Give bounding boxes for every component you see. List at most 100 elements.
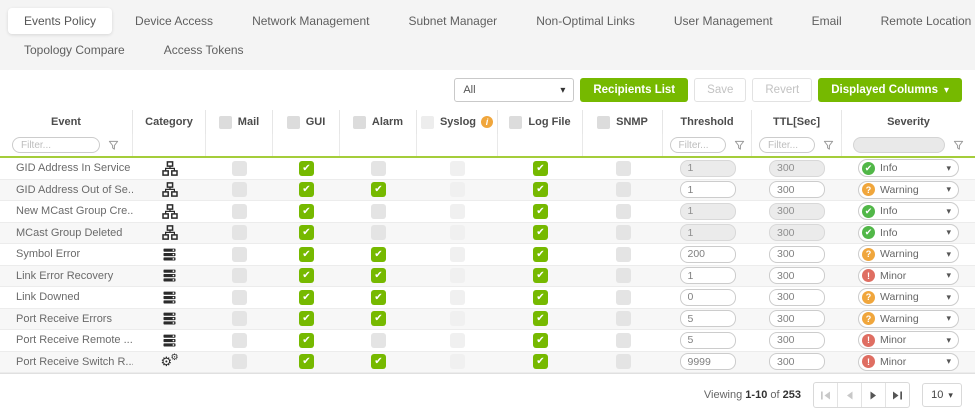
mail-checkbox[interactable] bbox=[232, 204, 247, 219]
mail-checkbox[interactable] bbox=[232, 354, 247, 369]
snmp-column-checkbox[interactable] bbox=[597, 116, 610, 129]
alarm-checkbox[interactable]: ✔ bbox=[371, 354, 386, 369]
filter-input-threshold[interactable] bbox=[670, 137, 726, 153]
mail-checkbox[interactable] bbox=[232, 268, 247, 283]
mail-column-checkbox[interactable] bbox=[219, 116, 232, 129]
gui-checkbox[interactable]: ✔ bbox=[299, 204, 314, 219]
alarm-checkbox[interactable]: ✔ bbox=[371, 311, 386, 326]
next-page-button[interactable] bbox=[862, 383, 886, 407]
syslog-checkbox[interactable] bbox=[450, 268, 465, 283]
ttl-input[interactable] bbox=[769, 289, 825, 306]
gui-checkbox[interactable]: ✔ bbox=[299, 290, 314, 305]
gui-checkbox[interactable]: ✔ bbox=[299, 268, 314, 283]
previous-page-button[interactable] bbox=[838, 383, 862, 407]
mail-checkbox[interactable] bbox=[232, 225, 247, 240]
gui-checkbox[interactable]: ✔ bbox=[299, 354, 314, 369]
tab-non-optimal-links[interactable]: Non-Optimal Links bbox=[520, 8, 651, 34]
revert-button[interactable]: Revert bbox=[752, 78, 812, 102]
ttl-input[interactable] bbox=[769, 267, 825, 284]
severity-select[interactable]: ?Warning▾ bbox=[858, 288, 959, 306]
syslog-checkbox[interactable] bbox=[450, 161, 465, 176]
tab-events-policy[interactable]: Events Policy bbox=[8, 8, 112, 34]
severity-select[interactable]: !Minor▾ bbox=[858, 267, 959, 285]
log_file-checkbox[interactable]: ✔ bbox=[533, 311, 548, 326]
threshold-input[interactable] bbox=[680, 246, 736, 263]
mail-checkbox[interactable] bbox=[232, 247, 247, 262]
log_file-checkbox[interactable]: ✔ bbox=[533, 182, 548, 197]
alarm-checkbox[interactable] bbox=[371, 333, 386, 348]
threshold-input[interactable] bbox=[680, 353, 736, 370]
log_file-checkbox[interactable]: ✔ bbox=[533, 268, 548, 283]
tab-email[interactable]: Email bbox=[796, 8, 858, 34]
alarm-checkbox[interactable] bbox=[371, 161, 386, 176]
alarm-checkbox[interactable] bbox=[371, 204, 386, 219]
snmp-checkbox[interactable] bbox=[616, 290, 631, 305]
log_file-column-checkbox[interactable] bbox=[509, 116, 522, 129]
mail-checkbox[interactable] bbox=[232, 311, 247, 326]
severity-select[interactable]: ?Warning▾ bbox=[858, 310, 959, 328]
recipients-list-button[interactable]: Recipients List bbox=[580, 78, 688, 102]
syslog-checkbox[interactable] bbox=[450, 204, 465, 219]
gui-checkbox[interactable]: ✔ bbox=[299, 225, 314, 240]
tab-network-management[interactable]: Network Management bbox=[236, 8, 385, 34]
tab-topology-compare[interactable]: Topology Compare bbox=[8, 37, 141, 63]
mail-checkbox[interactable] bbox=[232, 182, 247, 197]
threshold-input[interactable] bbox=[680, 289, 736, 306]
tab-remote-location[interactable]: Remote Location bbox=[865, 8, 975, 34]
mail-checkbox[interactable] bbox=[232, 161, 247, 176]
gui-checkbox[interactable]: ✔ bbox=[299, 247, 314, 262]
displayed-columns-button[interactable]: Displayed Columns ▾ bbox=[818, 78, 962, 102]
threshold-input[interactable] bbox=[680, 332, 736, 349]
severity-select[interactable]: ✔Info▾ bbox=[858, 159, 959, 177]
alarm-column-checkbox[interactable] bbox=[353, 116, 366, 129]
snmp-checkbox[interactable] bbox=[616, 333, 631, 348]
gui-checkbox[interactable]: ✔ bbox=[299, 182, 314, 197]
log_file-checkbox[interactable]: ✔ bbox=[533, 290, 548, 305]
syslog-column-checkbox[interactable] bbox=[421, 116, 434, 129]
threshold-input[interactable] bbox=[680, 181, 736, 198]
tab-access-tokens[interactable]: Access Tokens bbox=[148, 37, 260, 63]
severity-select[interactable]: ?Warning▾ bbox=[858, 181, 959, 199]
alarm-checkbox[interactable]: ✔ bbox=[371, 182, 386, 197]
log_file-checkbox[interactable]: ✔ bbox=[533, 333, 548, 348]
alarm-checkbox[interactable]: ✔ bbox=[371, 268, 386, 283]
log_file-checkbox[interactable]: ✔ bbox=[533, 225, 548, 240]
log_file-checkbox[interactable]: ✔ bbox=[533, 161, 548, 176]
threshold-input[interactable] bbox=[680, 310, 736, 327]
log_file-checkbox[interactable]: ✔ bbox=[533, 204, 548, 219]
page-size-select[interactable]: 10 ▾ bbox=[922, 383, 962, 407]
alarm-checkbox[interactable]: ✔ bbox=[371, 247, 386, 262]
alarm-checkbox[interactable] bbox=[371, 225, 386, 240]
syslog-checkbox[interactable] bbox=[450, 247, 465, 262]
snmp-checkbox[interactable] bbox=[616, 268, 631, 283]
ttl-input[interactable] bbox=[769, 332, 825, 349]
filter-input-event[interactable] bbox=[12, 137, 100, 153]
scope-select[interactable]: All ▾ bbox=[454, 78, 574, 102]
syslog-checkbox[interactable] bbox=[450, 182, 465, 197]
info-icon[interactable]: i bbox=[481, 116, 493, 128]
mail-checkbox[interactable] bbox=[232, 333, 247, 348]
snmp-checkbox[interactable] bbox=[616, 311, 631, 326]
snmp-checkbox[interactable] bbox=[616, 225, 631, 240]
syslog-checkbox[interactable] bbox=[450, 311, 465, 326]
snmp-checkbox[interactable] bbox=[616, 204, 631, 219]
gui-checkbox[interactable]: ✔ bbox=[299, 333, 314, 348]
log_file-checkbox[interactable]: ✔ bbox=[533, 354, 548, 369]
snmp-checkbox[interactable] bbox=[616, 161, 631, 176]
last-page-button[interactable] bbox=[886, 383, 909, 407]
gui-checkbox[interactable]: ✔ bbox=[299, 161, 314, 176]
threshold-input[interactable] bbox=[680, 267, 736, 284]
snmp-checkbox[interactable] bbox=[616, 247, 631, 262]
tab-device-access[interactable]: Device Access bbox=[119, 8, 229, 34]
syslog-checkbox[interactable] bbox=[450, 290, 465, 305]
log_file-checkbox[interactable]: ✔ bbox=[533, 247, 548, 262]
severity-select[interactable]: !Minor▾ bbox=[858, 331, 959, 349]
severity-select[interactable]: ✔Info▾ bbox=[858, 202, 959, 220]
alarm-checkbox[interactable]: ✔ bbox=[371, 290, 386, 305]
mail-checkbox[interactable] bbox=[232, 290, 247, 305]
syslog-checkbox[interactable] bbox=[450, 354, 465, 369]
syslog-checkbox[interactable] bbox=[450, 225, 465, 240]
save-button[interactable]: Save bbox=[694, 78, 746, 102]
filter-input-ttl[interactable] bbox=[759, 137, 815, 153]
severity-select[interactable]: ✔Info▾ bbox=[858, 224, 959, 242]
